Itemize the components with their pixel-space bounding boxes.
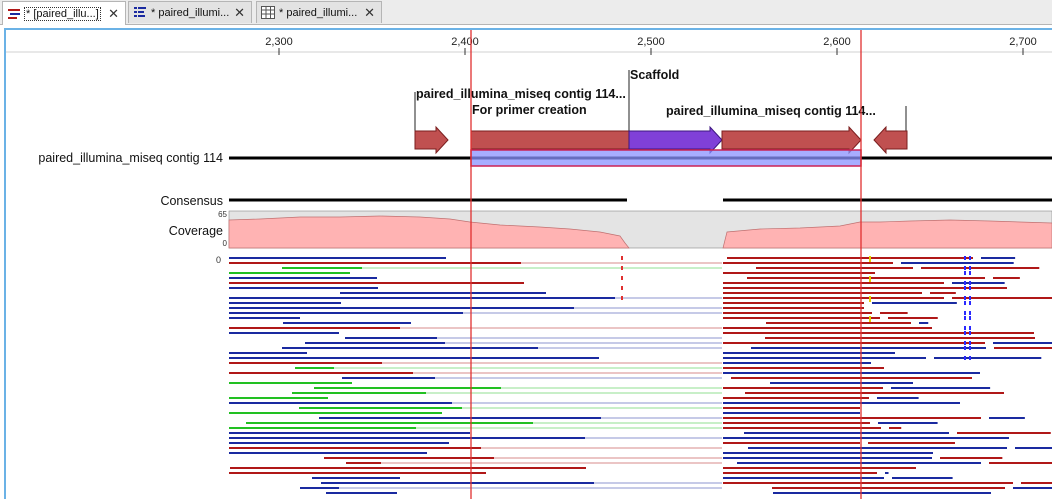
annotation-bar-primer-creation[interactable]: [470, 130, 630, 150]
annotation-label-scaffold[interactable]: Scaffold: [630, 68, 679, 82]
annotation-label-contig-left[interactable]: paired_illumina_miseq contig 114...: [416, 87, 626, 101]
variant-mark: [869, 276, 871, 282]
selected-region[interactable]: [470, 149, 862, 167]
variant-mark: [969, 346, 971, 350]
table-icon: [261, 6, 275, 19]
variant-mark: [969, 316, 971, 320]
variant-mark: [869, 316, 871, 322]
annotation-track: [414, 125, 908, 155]
coverage-max-label: 65: [218, 210, 227, 219]
tab-annotations-view[interactable]: * paired_illumi... ✕: [128, 1, 252, 23]
variant-mark: [621, 256, 623, 260]
variant-mark: [869, 256, 871, 262]
variant-mark: [869, 296, 871, 302]
ruler-tick-label: 2,300: [265, 36, 293, 48]
tab-reads-view[interactable]: * [paired_illu...] ✕: [2, 1, 126, 25]
annotation-arrow-scaffold[interactable]: [628, 125, 723, 155]
track-canvas[interactable]: 2,300 2,400 2,500 2,600 2,700 paired_ill…: [6, 30, 1052, 499]
variant-mark: [969, 326, 971, 330]
variant-mark: [964, 316, 966, 320]
variant-mark: [969, 286, 971, 290]
ruler-tick-label: 2,400: [451, 36, 479, 48]
close-icon[interactable]: ✕: [234, 6, 245, 19]
variant-mark: [969, 331, 971, 335]
variant-mark: [969, 256, 971, 260]
variant-mark: [964, 266, 966, 270]
variant-mark: [964, 296, 966, 300]
variant-mark: [964, 326, 966, 330]
variant-mark: [964, 301, 966, 305]
reads-offset-label: 0: [216, 255, 221, 265]
coverage-min-label: 0: [223, 239, 228, 248]
variant-mark: [969, 311, 971, 315]
sequence-view-panel[interactable]: 2,300 2,400 2,500 2,600 2,700 paired_ill…: [4, 28, 1052, 499]
track-label-consensus: Consensus: [160, 194, 223, 208]
variant-mark: [621, 266, 623, 270]
ruler-tick-label: 2,500: [637, 36, 665, 48]
editor-tab-bar: * [paired_illu...] ✕ * paired_illumi... …: [0, 0, 1052, 25]
track-label-reference: paired_illumina_miseq contig 114: [38, 151, 223, 165]
tab-label: * paired_illumi...: [279, 6, 358, 19]
reads-track-icon: [8, 9, 20, 19]
variant-mark: [621, 286, 623, 290]
variant-mark: [969, 356, 971, 360]
ruler-tick-label: 2,600: [823, 36, 851, 48]
annotation-list-icon: [134, 7, 146, 17]
variant-mark: [964, 346, 966, 350]
variant-mark: [969, 341, 971, 345]
variant-mark: [964, 286, 966, 290]
annotation-arrow-contig-mid[interactable]: [721, 125, 862, 155]
variant-mark: [969, 266, 971, 270]
variant-mark: [964, 356, 966, 360]
variant-mark: [964, 311, 966, 315]
track-label-coverage: Coverage: [169, 224, 223, 238]
tab-label: * [paired_illu...]: [24, 6, 101, 21]
variant-mark: [964, 281, 966, 285]
annotation-label-contig-right[interactable]: paired_illumina_miseq contig 114...: [666, 104, 876, 118]
close-icon[interactable]: ✕: [364, 6, 375, 19]
variant-mark: [969, 296, 971, 300]
variant-mark: [964, 256, 966, 260]
variant-mark: [621, 276, 623, 280]
variant-mark: [964, 341, 966, 345]
variant-mark: [621, 296, 623, 300]
close-icon[interactable]: ✕: [108, 7, 119, 20]
tab-table-view[interactable]: * paired_illumi... ✕: [256, 1, 382, 23]
variant-mark: [964, 331, 966, 335]
ruler-tick-label: 2,700: [1009, 36, 1037, 48]
annotation-label-primer-creation[interactable]: For primer creation: [472, 103, 587, 117]
tab-label: * paired_illumi...: [151, 6, 230, 19]
variant-mark: [969, 301, 971, 305]
variant-mark: [964, 271, 966, 275]
variant-mark: [969, 271, 971, 275]
variant-mark: [969, 281, 971, 285]
